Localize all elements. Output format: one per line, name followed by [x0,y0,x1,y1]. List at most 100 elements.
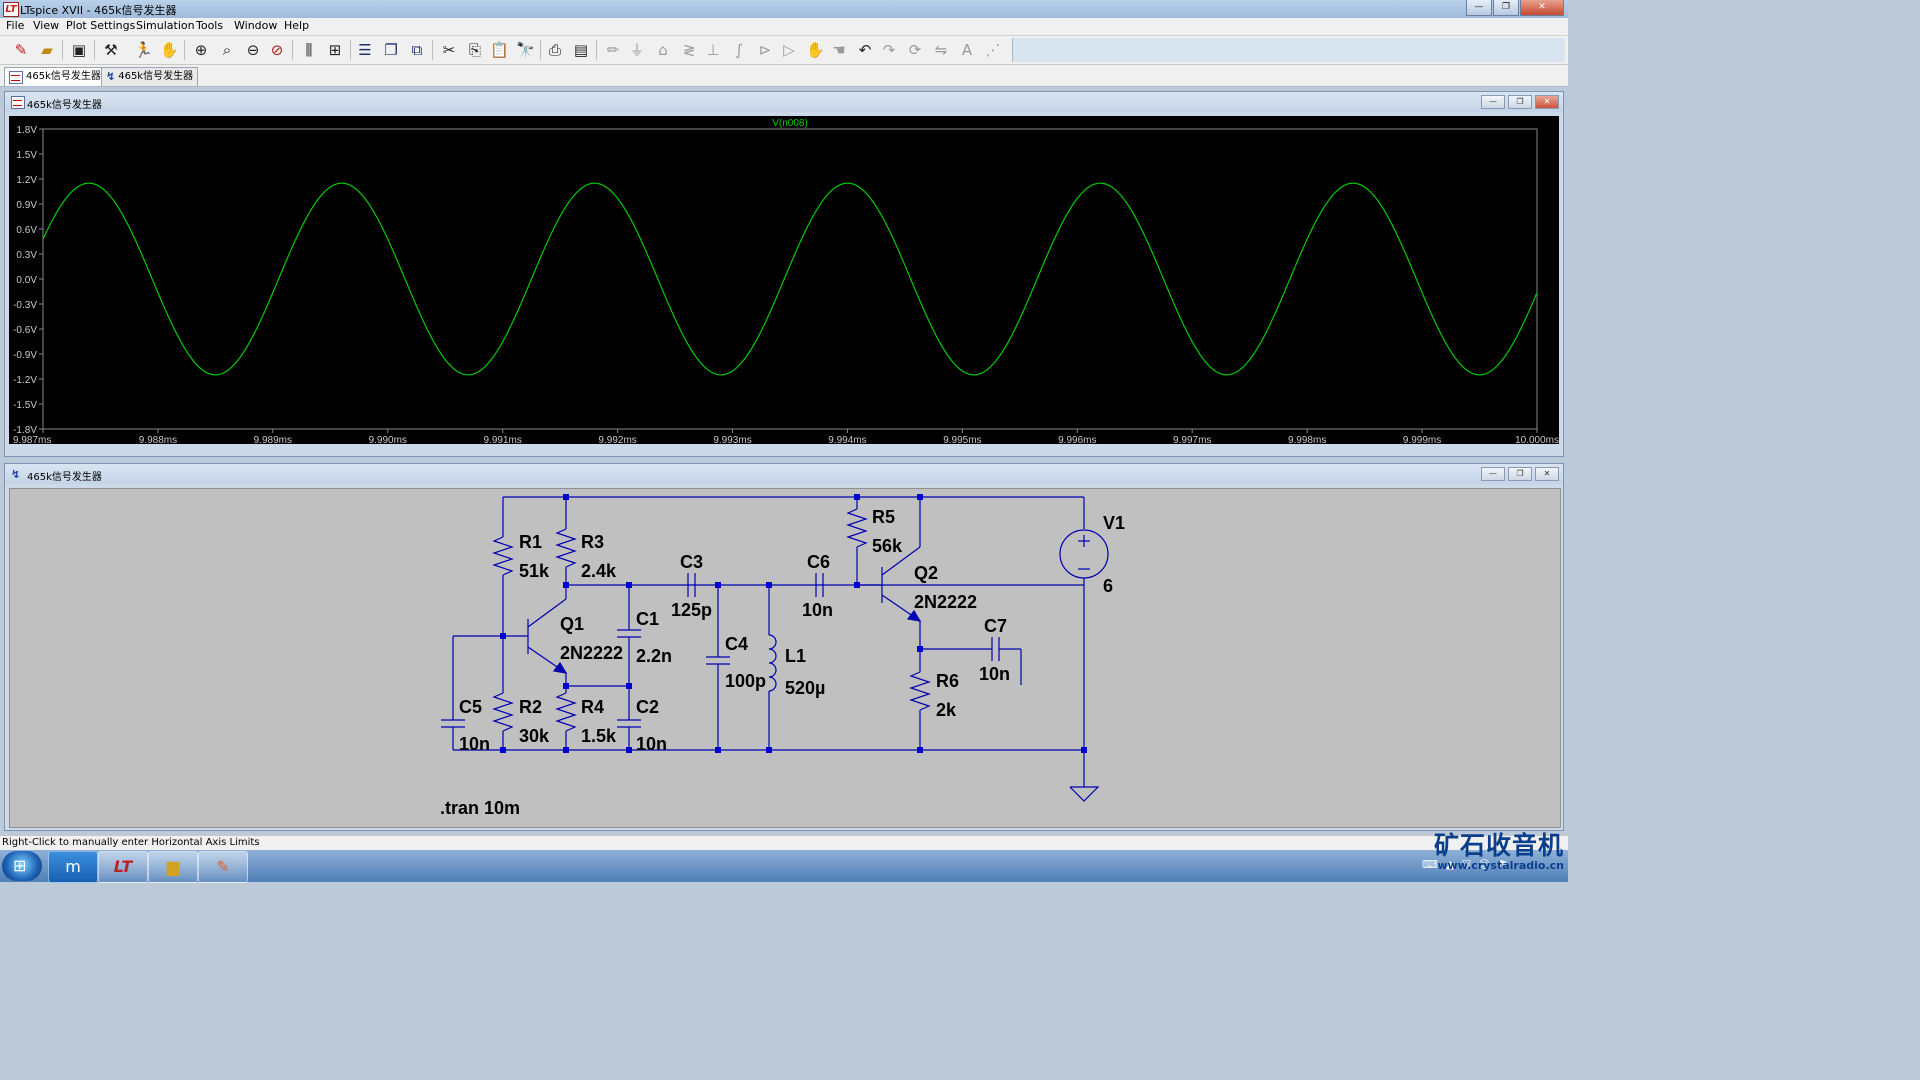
q1-value: 2N2222 [560,643,623,663]
c2-ref: C2 [636,697,659,717]
tile-vertical-icon[interactable]: ⧉ [408,41,426,59]
text-icon[interactable]: A [958,41,976,59]
x-tick-label: 9.988ms [139,435,177,444]
undo-icon[interactable]: ↶ [856,41,874,59]
waveform-icon [11,96,25,109]
capacitor-icon[interactable]: ⊥ [704,41,722,59]
ground-icon[interactable]: ⏚ [628,41,646,59]
pane-minimize-button[interactable]: — [1481,467,1505,481]
c7-ref: C7 [984,616,1007,636]
menu-simulation[interactable]: Simulation [136,19,195,32]
move-hand-icon[interactable]: ✋ [806,41,825,59]
pan-hand-icon[interactable]: ✋ [160,41,179,59]
menu-plot-settings[interactable]: Plot Settings [66,19,135,32]
new-schematic-icon[interactable]: ✎ [12,41,30,59]
x-tick-label: 10.000ms [1515,435,1559,444]
zoom-in-icon[interactable]: ⊕ [192,41,210,59]
spice-directive-icon[interactable]: ⋰ [984,41,1002,59]
label-net-icon[interactable]: ⌂ [654,41,672,59]
menu-view[interactable]: View [33,19,59,32]
schematic-canvas[interactable]: R1 51k R3 2.4k R5 56k C3 125p C6 10n Q1 … [9,488,1561,828]
taskbar-app-explorer[interactable]: ▆ [148,851,198,883]
menu-tools[interactable]: Tools [196,19,223,32]
redo-icon[interactable]: ↷ [880,41,898,59]
pane-minimize-button[interactable]: — [1481,95,1505,109]
draw-wire-icon[interactable]: ✏ [604,41,622,59]
resistor-icon[interactable]: ≷ [680,41,698,59]
toolbar-empty-area [1012,38,1565,62]
status-text: Right-Click to manually enter Horizontal… [2,837,260,848]
rotate-icon[interactable]: ⟳ [906,41,924,59]
run-simulation-icon[interactable]: 🏃 [134,41,153,59]
r1-value: 51k [519,561,550,581]
y-tick-label: 0.3V [16,250,37,261]
menu-window[interactable]: Window [234,19,277,32]
pane-close-button[interactable]: ✕ [1535,95,1559,109]
manual-limits-icon[interactable]: ⊞ [326,41,344,59]
save-icon[interactable]: ▣ [70,41,88,59]
c2-value: 10n [636,734,667,754]
zoom-full-icon[interactable]: ⌕ [218,41,236,59]
waveform-chart[interactable]: 1.8V 1.5V 1.2V 0.9V 0.6V 0.3V 0.0V -0.3V -0.6V -0… [9,116,1559,446]
autorange-icon[interactable]: ⫼ [300,41,318,59]
watermark-url: www.crystalradio.cn [1437,859,1564,872]
c4-ref: C4 [725,634,748,654]
y-tick-label: -0.9V [13,350,37,361]
plot-area[interactable]: 1.8V 1.5V 1.2V 0.9V 0.6V 0.3V 0.0V -0.3V -0.6V -0… [9,116,1559,446]
schematic-pane-titlebar: ↯ 465k信号发生器 — ❐ ✕ [5,464,1563,484]
x-tick-label: 9.992ms [598,435,636,444]
close-button[interactable]: ✕ [1520,0,1564,16]
control-panel-icon[interactable]: ⚒ [102,41,120,59]
zoom-cancel-icon[interactable]: ⊘ [268,41,286,59]
y-tick-label: 0.9V [16,200,37,211]
copy-icon[interactable]: ⎘ [466,41,484,59]
mirror-icon[interactable]: ⇋ [932,41,950,59]
c4-value: 100p [725,671,766,691]
taskbar-app-paint[interactable]: ✎ [198,851,248,883]
tab-waveform[interactable]: 465k信号发生器 [4,67,106,86]
schematic-drawing[interactable]: R1 51k R3 2.4k R5 56k C3 125p C6 10n Q1 … [10,489,1560,827]
pane-close-button[interactable]: ✕ [1535,467,1559,481]
minimize-button[interactable]: — [1466,0,1492,16]
diode-icon[interactable]: ⊳ [756,41,774,59]
taskbar-app-maxthon[interactable]: m [48,851,98,883]
r5-ref: R5 [872,507,895,527]
v1-value: 6 [1103,576,1113,596]
restore-button[interactable]: ❐ [1493,0,1519,16]
window-title: LTspice XVII - 465k信号发生器 [20,4,177,17]
cascade-icon[interactable]: ❐ [382,41,400,59]
q1-ref: Q1 [560,614,584,634]
start-button[interactable]: ⊞ [2,851,42,881]
drag-hand-icon[interactable]: ☚ [830,41,848,59]
component-icon[interactable]: ▷ [780,41,798,59]
site-watermark: 矿石收音机 www.crystalradio.cn [1434,832,1564,872]
pane-restore-button[interactable]: ❐ [1508,467,1532,481]
menu-help[interactable]: Help [284,19,309,32]
open-folder-icon[interactable]: ▰ [38,41,56,59]
spice-directive[interactable]: .tran 10m [440,798,520,818]
c6-ref: C6 [807,552,830,572]
print-icon[interactable]: ⎙ [546,41,564,59]
y-tick-label: -0.3V [13,300,37,311]
x-tick-label: 9.998ms [1288,435,1326,444]
x-tick-label: 9.994ms [828,435,866,444]
ltspice-app-icon: LT [3,2,19,17]
cut-icon[interactable]: ✂ [440,41,458,59]
inductor-icon[interactable]: ∫ [730,41,748,59]
zoom-out-icon[interactable]: ⊖ [244,41,262,59]
paste-icon[interactable]: 📋 [490,41,509,59]
schematic-pane: ↯ 465k信号发生器 — ❐ ✕ R1 51k R3 2.4k R5 56k … [4,463,1564,831]
pane-restore-button[interactable]: ❐ [1508,95,1532,109]
r4-ref: R4 [581,697,604,717]
y-tick-label: 1.8V [16,125,37,136]
series-line [42,182,1538,376]
tile-horizontal-icon[interactable]: ☰ [356,41,374,59]
c5-ref: C5 [459,697,482,717]
menu-file[interactable]: File [6,19,24,32]
find-binoculars-icon[interactable]: 🔭 [516,41,535,59]
print-preview-icon[interactable]: ▤ [572,41,590,59]
waveform-pane: 465k信号发生器 — ❐ ✕ 1.8V 1.5V 1.2V 0.9V 0.6V 0.3V… [4,91,1564,457]
taskbar-app-ltspice[interactable]: LT [98,851,148,883]
r6-ref: R6 [936,671,959,691]
tab-schematic[interactable]: ↯ 465k信号发生器 [101,67,199,86]
